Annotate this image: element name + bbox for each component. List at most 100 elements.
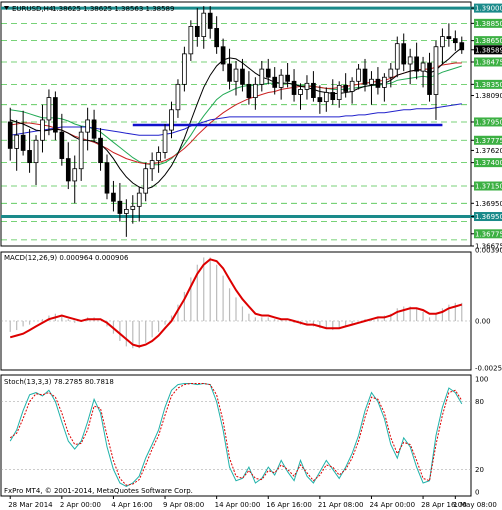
candle-body — [452, 38, 458, 44]
candle — [40, 104, 45, 153]
price-label-13: 1.36950 — [475, 213, 502, 221]
candle-body — [285, 74, 290, 82]
stoch-main-line — [9, 382, 463, 487]
price-label-10: 1.37400 — [475, 159, 502, 167]
chart-root: 1.39000 1.38850 1.38650 1.38589 1.38475 1.383… — [0, 0, 502, 510]
candle — [124, 199, 129, 237]
candle-body — [278, 74, 284, 88]
candle — [330, 79, 336, 105]
stoch-axis-label-3: 0 — [475, 489, 479, 497]
candle — [323, 87, 329, 112]
candle — [401, 33, 407, 72]
candle-body — [214, 28, 219, 48]
candle — [91, 109, 97, 143]
candle — [452, 30, 458, 51]
price-label-8: 1.37775 — [475, 137, 502, 145]
candle — [414, 42, 419, 80]
candle — [46, 89, 52, 136]
macd-axis-label-2: -0.00258 — [475, 364, 502, 372]
candle-body — [111, 192, 116, 202]
chart-svg: 1.39000 1.38850 1.386501.38589 1.38475 1.383… — [0, 1, 502, 509]
candle-body — [78, 131, 84, 170]
candle-body — [72, 168, 78, 182]
candle-body — [104, 162, 110, 194]
candle-body — [91, 119, 97, 139]
candle-body — [117, 200, 123, 214]
price-label-2: 1.38650 — [475, 37, 502, 45]
candle — [227, 48, 232, 90]
candle-body — [53, 97, 58, 133]
stoch-axis-label-0: 100 — [475, 376, 488, 384]
time-label-3: 9 Apr 08:00 — [163, 501, 204, 509]
candle-body — [414, 56, 419, 72]
candle-body — [323, 92, 329, 103]
price-label-1: 1.38850 — [475, 20, 502, 28]
candle — [427, 52, 432, 102]
price-label-0: 1.39000 — [475, 5, 502, 13]
price-label-14: 1.36775 — [475, 230, 502, 238]
candle — [278, 69, 284, 100]
price-label-11: 1.37150 — [475, 183, 502, 191]
candle — [130, 195, 136, 224]
candle-body — [330, 92, 336, 100]
candle-body — [130, 205, 136, 210]
candle-body — [272, 76, 278, 88]
candle-body — [169, 109, 174, 131]
candle-body — [388, 68, 394, 78]
candle-body — [407, 56, 413, 65]
candle-body — [440, 36, 445, 48]
candle — [233, 60, 239, 96]
candle — [188, 20, 194, 61]
candle-body — [375, 78, 381, 88]
candle — [27, 129, 32, 173]
candle-body — [194, 25, 200, 37]
candle-body — [233, 68, 239, 82]
candle-body — [149, 160, 155, 170]
candle-body — [298, 89, 303, 95]
candle-body — [459, 42, 465, 51]
candle — [7, 107, 13, 161]
candle — [53, 91, 58, 141]
candle-body — [433, 46, 439, 95]
candle — [156, 146, 161, 173]
candle — [259, 60, 265, 92]
candle-body — [227, 63, 232, 82]
candle-body — [240, 68, 245, 85]
candle — [304, 75, 310, 100]
price-label-4: 1.38475 — [475, 58, 502, 66]
candle — [382, 73, 387, 102]
candle-body — [156, 152, 161, 161]
candle — [78, 126, 84, 181]
price-label-7: 1.37950 — [475, 118, 502, 126]
candle-body — [201, 12, 207, 37]
time-label-5: 16 Apr 16:00 — [266, 501, 312, 509]
candle-body — [14, 134, 20, 149]
moving-average-blue — [10, 103, 462, 136]
time-label-2: 4 Apr 16:00 — [111, 501, 152, 509]
candle — [162, 124, 168, 159]
candle — [98, 128, 103, 171]
candle — [272, 67, 278, 95]
price-label-6: 1.38090 — [475, 92, 502, 100]
candle-body — [20, 134, 26, 151]
candle-body — [7, 121, 13, 149]
candle — [85, 107, 90, 151]
candle-body — [349, 80, 355, 92]
candle — [291, 69, 297, 102]
candle-body — [40, 119, 45, 141]
candle-body — [136, 192, 142, 207]
candle-body — [46, 97, 52, 121]
stoch-axis-label-1: 80 — [475, 398, 484, 406]
stoch-signal-line — [9, 383, 463, 486]
candle — [143, 162, 149, 202]
candle-body — [65, 158, 71, 182]
price-label-3: 1.38589 — [475, 46, 502, 54]
candle-body — [98, 137, 103, 164]
chart-symbol-timeframe: EURUSD,H4 — [12, 5, 54, 13]
candle — [446, 23, 452, 47]
candle-body — [317, 97, 323, 103]
candle-body — [382, 76, 387, 88]
price-label-5: 1.38350 — [475, 81, 502, 89]
candle — [311, 71, 316, 102]
candle — [440, 28, 445, 65]
